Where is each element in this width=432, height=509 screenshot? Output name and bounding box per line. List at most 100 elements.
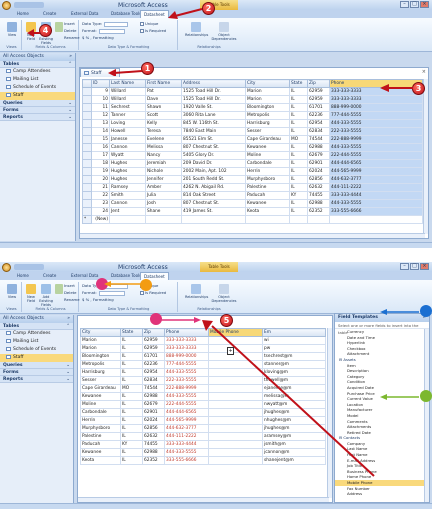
- table-cell[interactable]: 11: [91, 103, 110, 112]
- table-cell[interactable]: IL: [289, 103, 308, 112]
- table-row[interactable]: 9 Willard Pat 1525 Toad Hill Dr. Marion IL 629…: [82, 87, 423, 96]
- nav-group-tables[interactable]: Tables ⌃: [0, 61, 75, 68]
- table-cell[interactable]: Loving: [109, 119, 146, 128]
- format-select[interactable]: Format:: [82, 290, 125, 296]
- tab-create[interactable]: Create: [40, 272, 59, 280]
- row-selector[interactable]: [82, 159, 92, 168]
- table-cell[interactable]: 22: [91, 191, 110, 200]
- table-cell[interactable]: 10: [91, 95, 110, 104]
- table-cell[interactable]: IL: [289, 127, 308, 136]
- table-cell[interactable]: 62024: [307, 167, 330, 176]
- table-cell[interactable]: 61701: [142, 352, 165, 361]
- table-cell[interactable]: 777-444-5555: [329, 111, 423, 120]
- nav-group-forms[interactable]: Forms ⌄: [0, 369, 73, 376]
- table-cell[interactable]: Melissa: [145, 143, 182, 152]
- table-cell[interactable]: Wyatt: [109, 151, 146, 160]
- row-selector[interactable]: [82, 103, 92, 112]
- table-cell[interactable]: IL: [120, 400, 143, 409]
- table-cell[interactable]: Hughes: [109, 167, 146, 176]
- row-selector[interactable]: [82, 143, 92, 152]
- table-cell[interactable]: 4262 N. Abigail Rd.: [181, 183, 246, 192]
- table-cell[interactable]: IL: [120, 392, 143, 401]
- table-cell[interactable]: 61701: [307, 103, 330, 112]
- table-cell[interactable]: 62236: [307, 111, 330, 120]
- table-cell[interactable]: Keota: [80, 456, 121, 465]
- table-cell[interactable]: 222-333-5555: [329, 127, 423, 136]
- table-cell[interactable]: 62679: [142, 400, 165, 409]
- table-cell[interactable]: Jennifer: [145, 175, 182, 184]
- table-cell[interactable]: 333-555-6666: [329, 207, 423, 216]
- table-cell[interactable]: MO: [289, 135, 308, 144]
- table-cell[interactable]: Marion: [245, 95, 290, 104]
- row-selector[interactable]: [82, 127, 92, 136]
- table-cell[interactable]: MO: [120, 384, 143, 393]
- column-header-state[interactable]: State: [289, 79, 308, 88]
- chevron-down-icon[interactable]: »: [67, 315, 70, 323]
- table-cell[interactable]: 444-333-5555: [329, 199, 423, 208]
- table-cell[interactable]: 74544: [307, 135, 330, 144]
- table-cell[interactable]: Marion: [80, 344, 121, 353]
- maximize-icon[interactable]: □: [410, 1, 419, 8]
- table-cell[interactable]: [307, 215, 330, 224]
- nav-header[interactable]: All Access Objects»: [0, 53, 75, 61]
- nav-group-forms[interactable]: Forms ⌄: [0, 107, 75, 114]
- table-cell[interactable]: Cape Girardeau: [80, 384, 121, 393]
- table-cell[interactable]: 62856: [142, 424, 165, 433]
- table-cell[interactable]: IL: [120, 352, 143, 361]
- table-cell[interactable]: Keota: [245, 207, 290, 216]
- table-cell[interactable]: [289, 215, 308, 224]
- table-cell[interactable]: 62959: [142, 344, 165, 353]
- nav-item-schedule-of-events[interactable]: Schedule of Events: [0, 84, 75, 92]
- row-selector[interactable]: [82, 207, 92, 216]
- tab-create[interactable]: Create: [40, 10, 59, 18]
- table-cell[interactable]: IL: [120, 424, 143, 433]
- table-cell[interactable]: Moline: [245, 151, 290, 160]
- office-button[interactable]: [2, 1, 11, 10]
- nav-item-mailing-list[interactable]: Mailing List: [0, 76, 75, 84]
- table-cell[interactable]: 62632: [307, 183, 330, 192]
- row-selector[interactable]: [82, 199, 92, 208]
- nav-item-staff[interactable]: Staff: [0, 354, 73, 362]
- table-cell[interactable]: 333-333-4444: [329, 191, 423, 200]
- table-cell[interactable]: IL: [120, 408, 143, 417]
- insert-button[interactable]: Insert: [64, 21, 75, 27]
- table-cell[interactable]: 62632: [142, 432, 165, 441]
- table-cell[interactable]: IL: [289, 143, 308, 152]
- tab-external-data[interactable]: External Data: [68, 10, 101, 18]
- relationships-button[interactable]: Relationships: [185, 283, 208, 305]
- table-cell[interactable]: 62988: [307, 143, 330, 152]
- table-cell[interactable]: 12: [91, 111, 110, 120]
- table-row[interactable]: 17 Wyatt Nancy 5405 Glory Dr. Moline IL 62679 2…: [82, 151, 423, 160]
- table-cell[interactable]: Bloomington: [245, 103, 290, 112]
- new-record-row[interactable]: * (New): [82, 215, 423, 224]
- object-dependencies-button[interactable]: Object Dependencies: [211, 283, 237, 305]
- table-cell[interactable]: IL: [289, 111, 308, 120]
- table-cell[interactable]: 13: [91, 119, 110, 128]
- formatting-buttons[interactable]: $ % , Formatting: [82, 35, 114, 41]
- row-selector[interactable]: [82, 175, 92, 184]
- row-selector[interactable]: [82, 111, 92, 120]
- table-cell[interactable]: 62024: [142, 416, 165, 425]
- table-cell[interactable]: 74455: [307, 191, 330, 200]
- table-cell[interactable]: Metropolis: [80, 360, 121, 369]
- vertical-scrollbar[interactable]: [424, 329, 429, 502]
- table-cell[interactable]: Carbondale: [80, 408, 121, 417]
- column-header-id[interactable]: ID: [91, 79, 110, 88]
- table-cell[interactable]: Jent: [109, 207, 146, 216]
- maximize-icon[interactable]: □: [410, 263, 419, 270]
- table-cell[interactable]: 62988: [142, 448, 165, 457]
- table-cell[interactable]: 62352: [307, 207, 330, 216]
- table-cell[interactable]: 209 David Dr.: [181, 159, 246, 168]
- tab-datasheet[interactable]: Datasheet: [140, 10, 169, 18]
- close-icon[interactable]: ×: [422, 69, 426, 75]
- table-cell[interactable]: Jeremiah: [145, 159, 182, 168]
- quick-access-toolbar[interactable]: [14, 264, 44, 270]
- table-cell[interactable]: 62834: [307, 127, 330, 136]
- column-header-state[interactable]: State: [120, 328, 143, 337]
- lookup-column-button[interactable]: [54, 283, 64, 305]
- column-header-first-name[interactable]: First Name: [145, 79, 182, 88]
- table-cell[interactable]: 62954: [142, 368, 165, 377]
- format-select[interactable]: Format:: [82, 28, 125, 34]
- table-row[interactable]: 21 Ramsey Amber 4262 N. Abigail Rd. Palestin…: [82, 183, 423, 192]
- table-cell[interactable]: 333-333-3333: [329, 95, 423, 104]
